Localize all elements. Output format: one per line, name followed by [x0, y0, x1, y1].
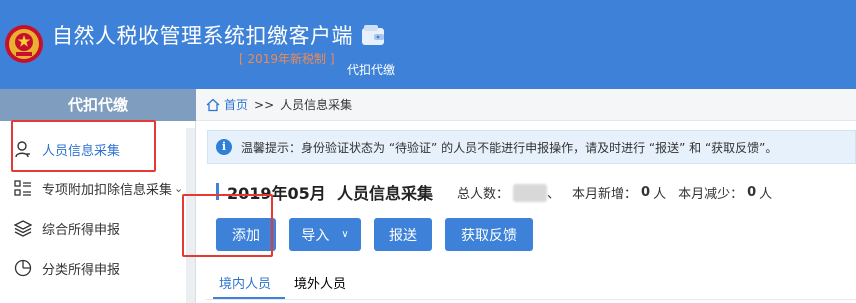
sidebar-item-label: 综合所得申报 [42, 222, 121, 238]
tab-overseas-personnel[interactable]: 境外人员 [294, 273, 346, 292]
layers-icon [12, 217, 34, 239]
import-button-label: 导入 [301, 227, 330, 244]
reduce-value: 0 [747, 185, 757, 200]
pie-clock-icon [12, 257, 34, 279]
get-feedback-button[interactable]: 获取反馈 [445, 218, 533, 251]
reduce-unit: 人 [759, 187, 773, 202]
sidebar-item-special-deduction[interactable]: 专项附加扣除信息采集 ⌄ [0, 168, 186, 208]
sidebar-item-label: 分类所得申报 [42, 262, 121, 278]
app-header: 自然人税收管理系统扣缴客户端 [ 2019年新税制 ] 代扣代缴 [0, 0, 856, 89]
breadcrumb-separator: >> [254, 97, 275, 112]
sidebar-item-classified-income[interactable]: 分类所得申报 [0, 248, 186, 288]
new-unit: 人 [653, 187, 667, 202]
info-icon: i [216, 139, 232, 155]
list-icon [12, 177, 34, 199]
chevron-down-icon: ⌄ [174, 181, 184, 195]
import-button[interactable]: 导入 ∨ [289, 218, 361, 251]
highlight-box-add-button [182, 194, 273, 257]
new-label: 本月新增： [572, 187, 638, 202]
tax-emblem-icon [5, 25, 43, 63]
home-icon[interactable] [206, 98, 220, 112]
sidebar-title: 代扣代缴 [0, 89, 196, 121]
tab-domestic-personnel[interactable]: 境内人员 [219, 273, 271, 292]
new-value: 0 [641, 185, 651, 200]
notice-banner: i 温馨提示：身份验证状态为 “待验证” 的人员不能进行申报操作，请及时进行 “… [207, 130, 856, 164]
active-tab-indicator [213, 297, 285, 299]
chevron-down-icon: ∨ [341, 229, 349, 240]
total-value-redacted [513, 183, 548, 202]
total-label: 总人数： [457, 187, 510, 202]
app-title: 自然人税收管理系统扣缴客户端 [52, 24, 353, 48]
wallet-icon[interactable] [360, 23, 386, 49]
tabs-divider [206, 299, 856, 300]
total-suffix: 、 [547, 187, 561, 202]
section-label: 人员信息采集 [336, 184, 433, 203]
breadcrumb-home-link[interactable]: 首页 [224, 96, 248, 113]
highlight-box-person-info [11, 120, 156, 172]
sidebar-item-comprehensive-income[interactable]: 综合所得申报 [0, 208, 186, 248]
notice-text: 温馨提示：身份验证状态为 “待验证” 的人员不能进行申报操作，请及时进行 “报送… [241, 140, 778, 155]
app-subtitle: [ 2019年新税制 ] [239, 52, 335, 66]
summary-stats: 总人数： 、 本月新增： 0 人 本月减少： 0 人 [457, 183, 772, 202]
sidebar-item-label: 专项附加扣除信息采集 [42, 182, 173, 198]
reduce-label: 本月减少： [678, 187, 744, 202]
breadcrumb: 首页 >> 人员信息采集 [196, 89, 856, 121]
breadcrumb-current: 人员信息采集 [280, 98, 353, 112]
module-label[interactable]: 代扣代缴 [347, 61, 395, 78]
submit-button[interactable]: 报送 [374, 218, 432, 251]
